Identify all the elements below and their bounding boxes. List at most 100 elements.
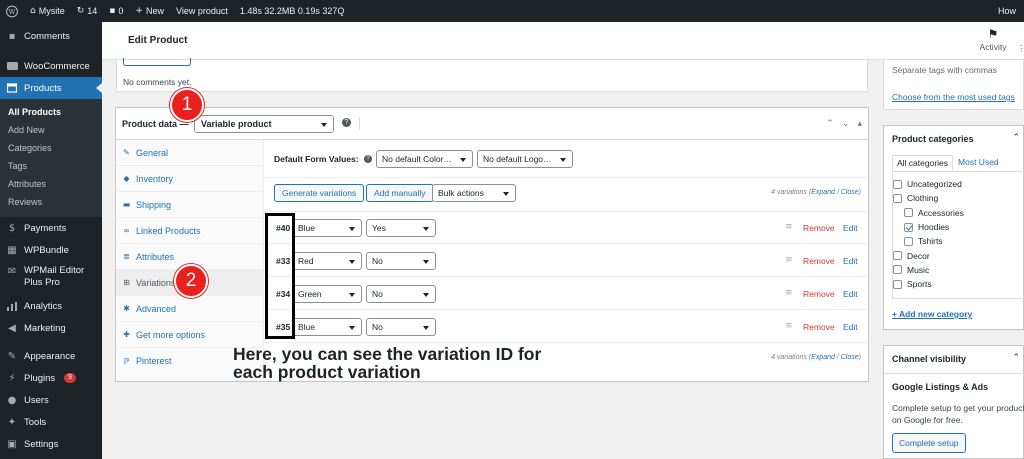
complete-setup-button[interactable]: Complete setup <box>892 433 966 453</box>
choose-most-used-tags-link[interactable]: Choose from the most used tags <box>892 92 1015 102</box>
category-item[interactable]: Hoodies <box>893 220 1024 234</box>
menu-users[interactable]: ● Users <box>0 389 102 411</box>
expand-all-link[interactable]: Expand <box>811 354 835 361</box>
menu-settings[interactable]: ▣ Settings <box>0 433 102 455</box>
default-color-select[interactable]: No default Color… <box>376 150 473 168</box>
product-type-select[interactable]: Variable product <box>194 115 334 133</box>
menu-comments[interactable]: ▪ Comments <box>0 25 102 47</box>
variation-row[interactable]: #34 Green No ≡ Remove Edit <box>265 278 868 310</box>
collapse-icon[interactable]: ▴ <box>857 118 862 129</box>
add-new-category-link[interactable]: + Add new category <box>892 309 972 319</box>
drag-handle-icon[interactable]: ≡ <box>785 288 793 298</box>
view-product-link[interactable]: View product <box>170 0 234 22</box>
bulk-actions-select[interactable]: Bulk actions <box>432 184 516 202</box>
category-checkbox[interactable] <box>893 251 902 261</box>
submenu-categories[interactable]: Categories <box>0 139 102 157</box>
variation-row[interactable]: #40 Blue Yes ≡ Remove Edit <box>265 212 868 244</box>
tab-all-categories[interactable]: All categories <box>892 155 954 170</box>
category-checkbox[interactable] <box>904 236 913 246</box>
wordpress-logo-icon[interactable]: W <box>0 0 24 22</box>
default-logo-select[interactable]: No default Logo… <box>477 150 573 168</box>
variation-logo-select[interactable]: No <box>366 285 436 303</box>
drag-handle-icon[interactable]: ≡ <box>785 321 793 331</box>
remove-variation-link[interactable]: Remove <box>803 223 835 233</box>
remove-variation-link[interactable]: Remove <box>803 256 835 266</box>
variation-color-select[interactable]: Blue <box>292 318 362 336</box>
submenu-all-products[interactable]: All Products <box>0 103 102 121</box>
drag-handle-icon[interactable]: ≡ <box>785 255 793 265</box>
variation-color-select[interactable]: Red <box>292 252 362 270</box>
variation-color-select[interactable]: Green <box>292 285 362 303</box>
variation-logo-select[interactable]: No <box>366 318 436 336</box>
more-icon[interactable]: ⋮ <box>1017 43 1024 54</box>
category-item[interactable]: Decor <box>893 248 1024 262</box>
category-checkbox[interactable] <box>893 265 902 275</box>
tab-label: Pinterest <box>136 356 172 366</box>
my-account-link[interactable]: How <box>992 0 1022 22</box>
tab-general[interactable]: ✎ General <box>116 140 263 166</box>
submenu-tags[interactable]: Tags <box>0 157 102 175</box>
submenu-attributes[interactable]: Attributes <box>0 175 102 193</box>
submenu-add-new[interactable]: Add New <box>0 121 102 139</box>
expand-all-link[interactable]: Expand <box>811 189 835 196</box>
updates-link[interactable]: ↻ 14 <box>71 0 104 22</box>
edit-variation-link[interactable]: Edit <box>843 289 858 299</box>
menu-woocommerce[interactable]: WooCommerce <box>0 55 102 77</box>
menu-appearance[interactable]: ✎ Appearance <box>0 345 102 367</box>
menu-wpmail-editor[interactable]: ✉ WPMail Editor Plus Pro <box>0 261 102 293</box>
menu-analytics[interactable]: Analytics <box>0 295 102 317</box>
remove-variation-link[interactable]: Remove <box>803 322 835 332</box>
drag-handle-icon[interactable]: ≡ <box>785 222 793 232</box>
close-all-link[interactable]: Close <box>841 354 859 361</box>
tab-advanced[interactable]: ✱ Advanced <box>116 296 263 322</box>
variation-row[interactable]: #35 Blue No ≡ Remove Edit <box>265 311 868 343</box>
new-content-link[interactable]: + New <box>129 0 170 22</box>
variation-logo-select[interactable]: No <box>366 252 436 270</box>
tab-most-used[interactable]: Most Used <box>953 155 1003 170</box>
menu-wpbundle[interactable]: ▦ WPBundle <box>0 239 102 261</box>
comments-link[interactable]: ▪ 0 <box>103 0 129 22</box>
category-checkbox[interactable] <box>904 208 913 218</box>
move-up-icon[interactable]: ⌃ <box>826 118 834 129</box>
category-item[interactable]: Clothing <box>893 191 1024 205</box>
query-monitor-stats[interactable]: 1.48s 32.2MB 0.19s 327Q <box>234 0 351 22</box>
edit-variation-link[interactable]: Edit <box>843 223 858 233</box>
generate-variations-button[interactable]: Generate variations <box>274 184 365 202</box>
edit-variation-link[interactable]: Edit <box>843 322 858 332</box>
variation-row[interactable]: #33 Red No ≡ Remove Edit <box>265 245 868 277</box>
tab-shipping[interactable]: ▬ Shipping <box>116 192 263 218</box>
menu-products[interactable]: Products <box>0 77 102 99</box>
category-item[interactable]: Uncategorized <box>893 177 1024 191</box>
move-down-icon[interactable]: ⌄ <box>842 118 850 129</box>
tab-inventory[interactable]: ◆ Inventory <box>116 166 263 192</box>
variation-logo-select[interactable]: Yes <box>366 219 436 237</box>
tab-linked-products[interactable]: ∞ Linked Products <box>116 218 263 244</box>
category-item[interactable]: Music <box>893 263 1024 277</box>
menu-plugins[interactable]: ⚡ Plugins 9 <box>0 367 102 389</box>
remove-variation-link[interactable]: Remove <box>803 289 835 299</box>
category-item[interactable]: Sports <box>893 277 1024 291</box>
menu-payments[interactable]: $ Payments <box>0 217 102 239</box>
close-all-link[interactable]: Close <box>841 189 859 196</box>
menu-tools[interactable]: ✦ Tools <box>0 411 102 433</box>
collapse-icon[interactable]: ⌃ <box>1012 133 1020 143</box>
add-manually-button[interactable]: Add manually <box>366 184 434 202</box>
activity-button[interactable]: ⚑ Activity <box>978 26 1008 52</box>
category-checkbox[interactable] <box>893 279 902 289</box>
category-checkbox[interactable] <box>893 193 902 203</box>
help-icon[interactable]: ? <box>364 155 372 163</box>
category-checkbox[interactable] <box>893 179 902 189</box>
gear-icon: ✱ <box>123 304 130 313</box>
collapse-icon[interactable]: ⌃ <box>1012 353 1020 363</box>
site-name-link[interactable]: ⌂ Mysite <box>24 0 71 22</box>
help-icon[interactable]: ? <box>342 118 351 127</box>
menu-marketing[interactable]: ◀ Marketing <box>0 317 102 339</box>
edit-variation-link[interactable]: Edit <box>843 256 858 266</box>
category-checkbox-checked[interactable] <box>904 222 913 232</box>
variation-color-select[interactable]: Blue <box>292 219 362 237</box>
add-comment-button[interactable] <box>123 58 191 66</box>
category-item[interactable]: Accessories <box>893 206 1024 220</box>
category-item[interactable]: Tshirts <box>893 234 1024 248</box>
tab-label: Inventory <box>136 173 174 184</box>
submenu-reviews[interactable]: Reviews <box>0 193 102 211</box>
